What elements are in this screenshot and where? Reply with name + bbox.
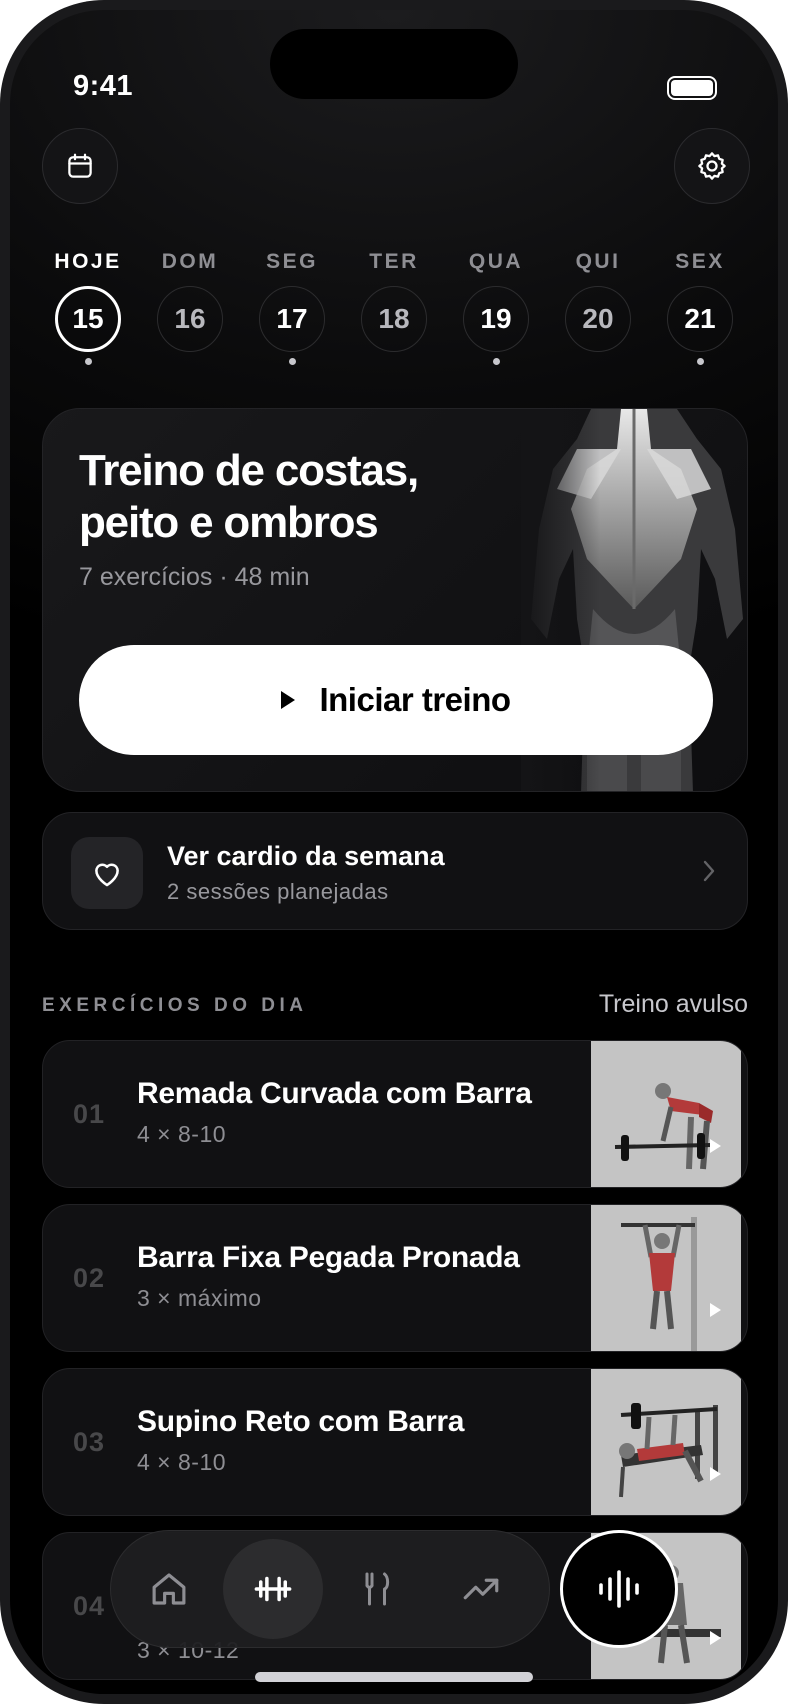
day-label: TER — [369, 250, 419, 273]
voice-assistant-button[interactable] — [560, 1530, 678, 1648]
day-qui[interactable]: QUI 20 — [564, 250, 632, 365]
tab-progress[interactable] — [431, 1539, 531, 1639]
heart-icon — [95, 863, 119, 887]
play-icon — [710, 1139, 721, 1153]
status-time: 9:41 — [73, 70, 134, 102]
exercise-row[interactable]: 02 Barra Fixa Pegada Pronada 3 × máximo — [42, 1204, 748, 1352]
play-icon — [710, 1631, 721, 1645]
day-label: QUA — [468, 250, 524, 273]
day-number: 16 — [157, 286, 223, 352]
pull-up-illustration — [621, 1217, 697, 1351]
quick-workout-link[interactable]: Treino avulso — [599, 990, 748, 1019]
exercise-sets: 4 × 8-10 — [137, 1121, 227, 1147]
exercise-video-thumbnail[interactable] — [591, 1369, 741, 1515]
day-ter[interactable]: TER 18 — [360, 250, 428, 365]
play-icon — [710, 1467, 721, 1481]
home-icon — [152, 1573, 186, 1605]
exercise-number: 03 — [73, 1427, 106, 1457]
bent-over-row-illustration — [614, 1083, 713, 1170]
dynamic-island — [270, 29, 518, 99]
day-dom[interactable]: DOM 16 — [156, 250, 224, 365]
phone-frame: 9:41 HOJE 15 DOM 16 SEG 17 TER 18 QUA 19… — [0, 0, 788, 1704]
exercise-sets: 4 × 8-10 — [137, 1449, 227, 1475]
exercise-name: Supino Reto com Barra — [137, 1405, 465, 1438]
day-number: 19 — [463, 286, 529, 352]
day-label: DOM — [161, 250, 219, 273]
chevron-right-icon — [703, 860, 715, 882]
day-label: HOJE — [54, 250, 122, 273]
start-workout-label: Iniciar treino — [319, 681, 511, 718]
workout-dot — [84, 358, 92, 365]
workout-title: Treino de costas, peito e ombros — [79, 446, 419, 547]
home-indicator — [255, 1672, 533, 1682]
bench-press-illustration — [619, 1403, 718, 1498]
workout-dot — [492, 358, 500, 365]
gear-icon — [698, 152, 726, 180]
cardio-row[interactable]: Ver cardio da semana 2 sessões planejada… — [42, 812, 748, 930]
tab-nutrition[interactable] — [327, 1539, 427, 1639]
cardio-subtitle: 2 sessões planejadas — [167, 879, 389, 904]
exercise-name: Remada Curvada com Barra — [137, 1077, 532, 1110]
day-number: 21 — [667, 286, 733, 352]
fork-knife-icon — [365, 1572, 390, 1606]
workout-subtitle: 7 exercícios · 48 min — [79, 563, 310, 591]
settings-button[interactable] — [674, 128, 750, 204]
day-number: 17 — [259, 286, 325, 352]
exercise-video-thumbnail[interactable] — [591, 1205, 741, 1351]
battery-icon — [667, 76, 717, 100]
exercise-number: 02 — [73, 1263, 106, 1293]
calendar-icon — [68, 153, 92, 178]
workout-dot — [288, 358, 296, 365]
day-qua[interactable]: QUA 19 — [462, 250, 530, 365]
tab-bar — [110, 1530, 550, 1648]
start-workout-button[interactable]: Iniciar treino — [79, 645, 713, 755]
exercise-number: 01 — [73, 1099, 106, 1129]
workout-card: Treino de costas, peito e ombros 7 exerc… — [42, 408, 748, 792]
day-number: 20 — [565, 286, 631, 352]
workout-dot — [696, 358, 704, 365]
day-number: 18 — [361, 286, 427, 352]
heart-icon-tile — [71, 837, 143, 909]
day-label: SEG — [266, 250, 318, 273]
tab-home[interactable] — [119, 1539, 219, 1639]
calendar-button[interactable] — [42, 128, 118, 204]
day-label: QUI — [575, 250, 621, 273]
tab-workout[interactable] — [223, 1539, 323, 1639]
screen: 9:41 HOJE 15 DOM 16 SEG 17 TER 18 QUA 19… — [10, 10, 778, 1694]
exercise-name: Barra Fixa Pegada Pronada — [137, 1241, 520, 1274]
trending-up-icon — [463, 1578, 499, 1600]
day-number: 15 — [55, 286, 121, 352]
exercise-row[interactable]: 03 Supino Reto com Barra 4 × 8-10 — [42, 1368, 748, 1516]
play-icon — [281, 691, 296, 709]
exercise-number: 04 — [73, 1591, 106, 1621]
day-label: SEX — [675, 250, 725, 273]
exercise-row[interactable]: 01 Remada Curvada com Barra 4 × 8-10 — [42, 1040, 748, 1188]
section-title: EXERCÍCIOS DO DIA — [42, 995, 308, 1016]
day-sex[interactable]: SEX 21 — [666, 250, 734, 365]
voice-waveform-icon — [599, 1570, 639, 1608]
exercise-video-thumbnail[interactable] — [591, 1041, 741, 1187]
play-icon — [710, 1303, 721, 1317]
day-seg[interactable]: SEG 17 — [258, 250, 326, 365]
dumbbell-icon — [254, 1576, 292, 1602]
day-hoje[interactable]: HOJE 15 — [54, 250, 122, 365]
exercise-sets: 3 × máximo — [137, 1285, 262, 1311]
cardio-title: Ver cardio da semana — [167, 841, 445, 871]
